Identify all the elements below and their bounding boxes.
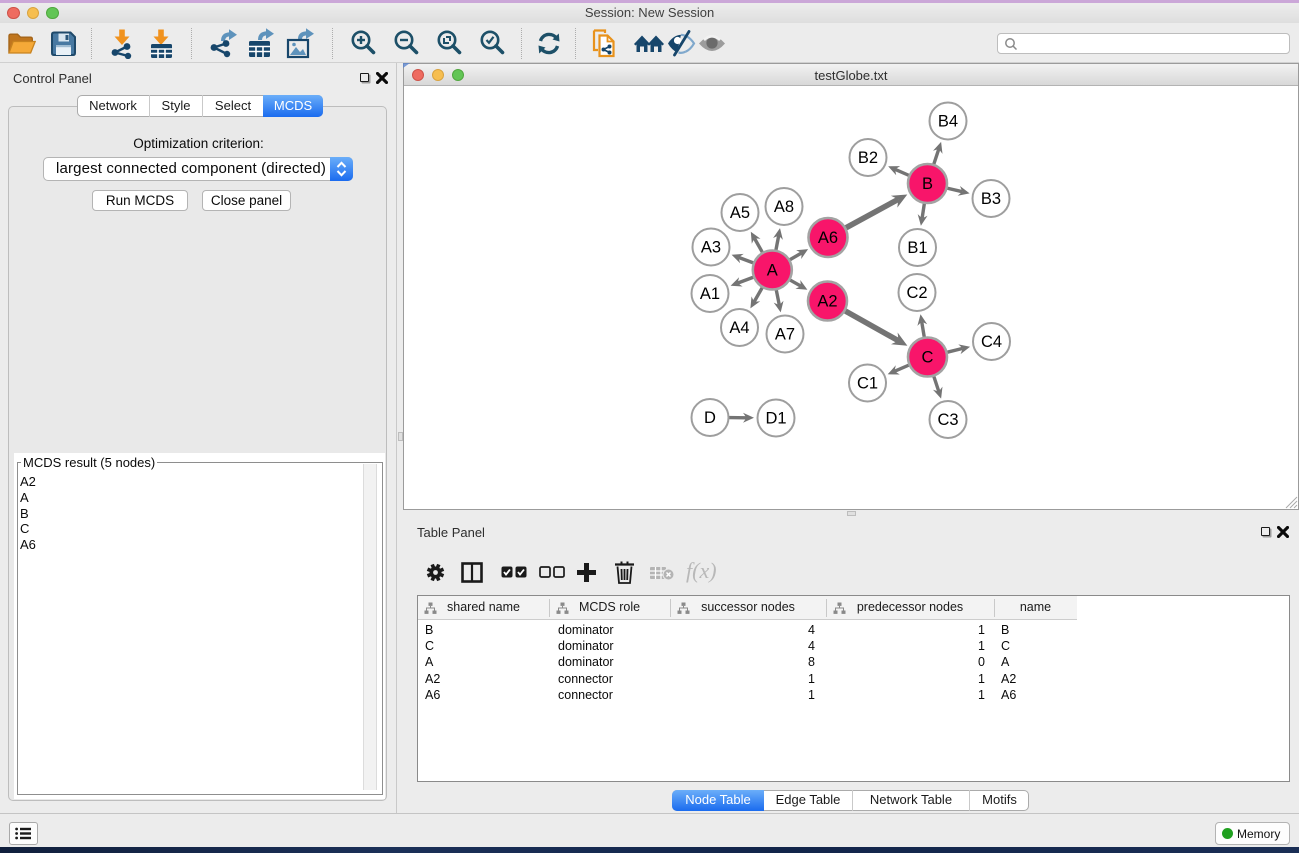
- svg-text:A5: A5: [730, 204, 750, 222]
- svg-text:C2: C2: [906, 284, 927, 302]
- svg-text:A2: A2: [817, 293, 837, 311]
- svg-text:B1: B1: [907, 239, 927, 257]
- svg-text:C3: C3: [937, 411, 958, 429]
- svg-text:B4: B4: [938, 113, 958, 131]
- svg-text:A8: A8: [774, 198, 794, 216]
- svg-text:B: B: [922, 175, 933, 193]
- svg-text:A: A: [767, 262, 778, 280]
- svg-text:A7: A7: [775, 326, 795, 344]
- svg-text:C4: C4: [981, 333, 1002, 351]
- svg-text:C1: C1: [857, 375, 878, 393]
- svg-text:B2: B2: [858, 149, 878, 167]
- svg-text:A1: A1: [700, 285, 720, 303]
- svg-text:C: C: [922, 349, 934, 367]
- svg-text:B3: B3: [981, 190, 1001, 208]
- svg-text:D: D: [704, 409, 716, 427]
- svg-text:A4: A4: [729, 319, 749, 337]
- svg-text:D1: D1: [765, 410, 786, 428]
- svg-text:A6: A6: [818, 229, 838, 247]
- svg-text:A3: A3: [701, 239, 721, 257]
